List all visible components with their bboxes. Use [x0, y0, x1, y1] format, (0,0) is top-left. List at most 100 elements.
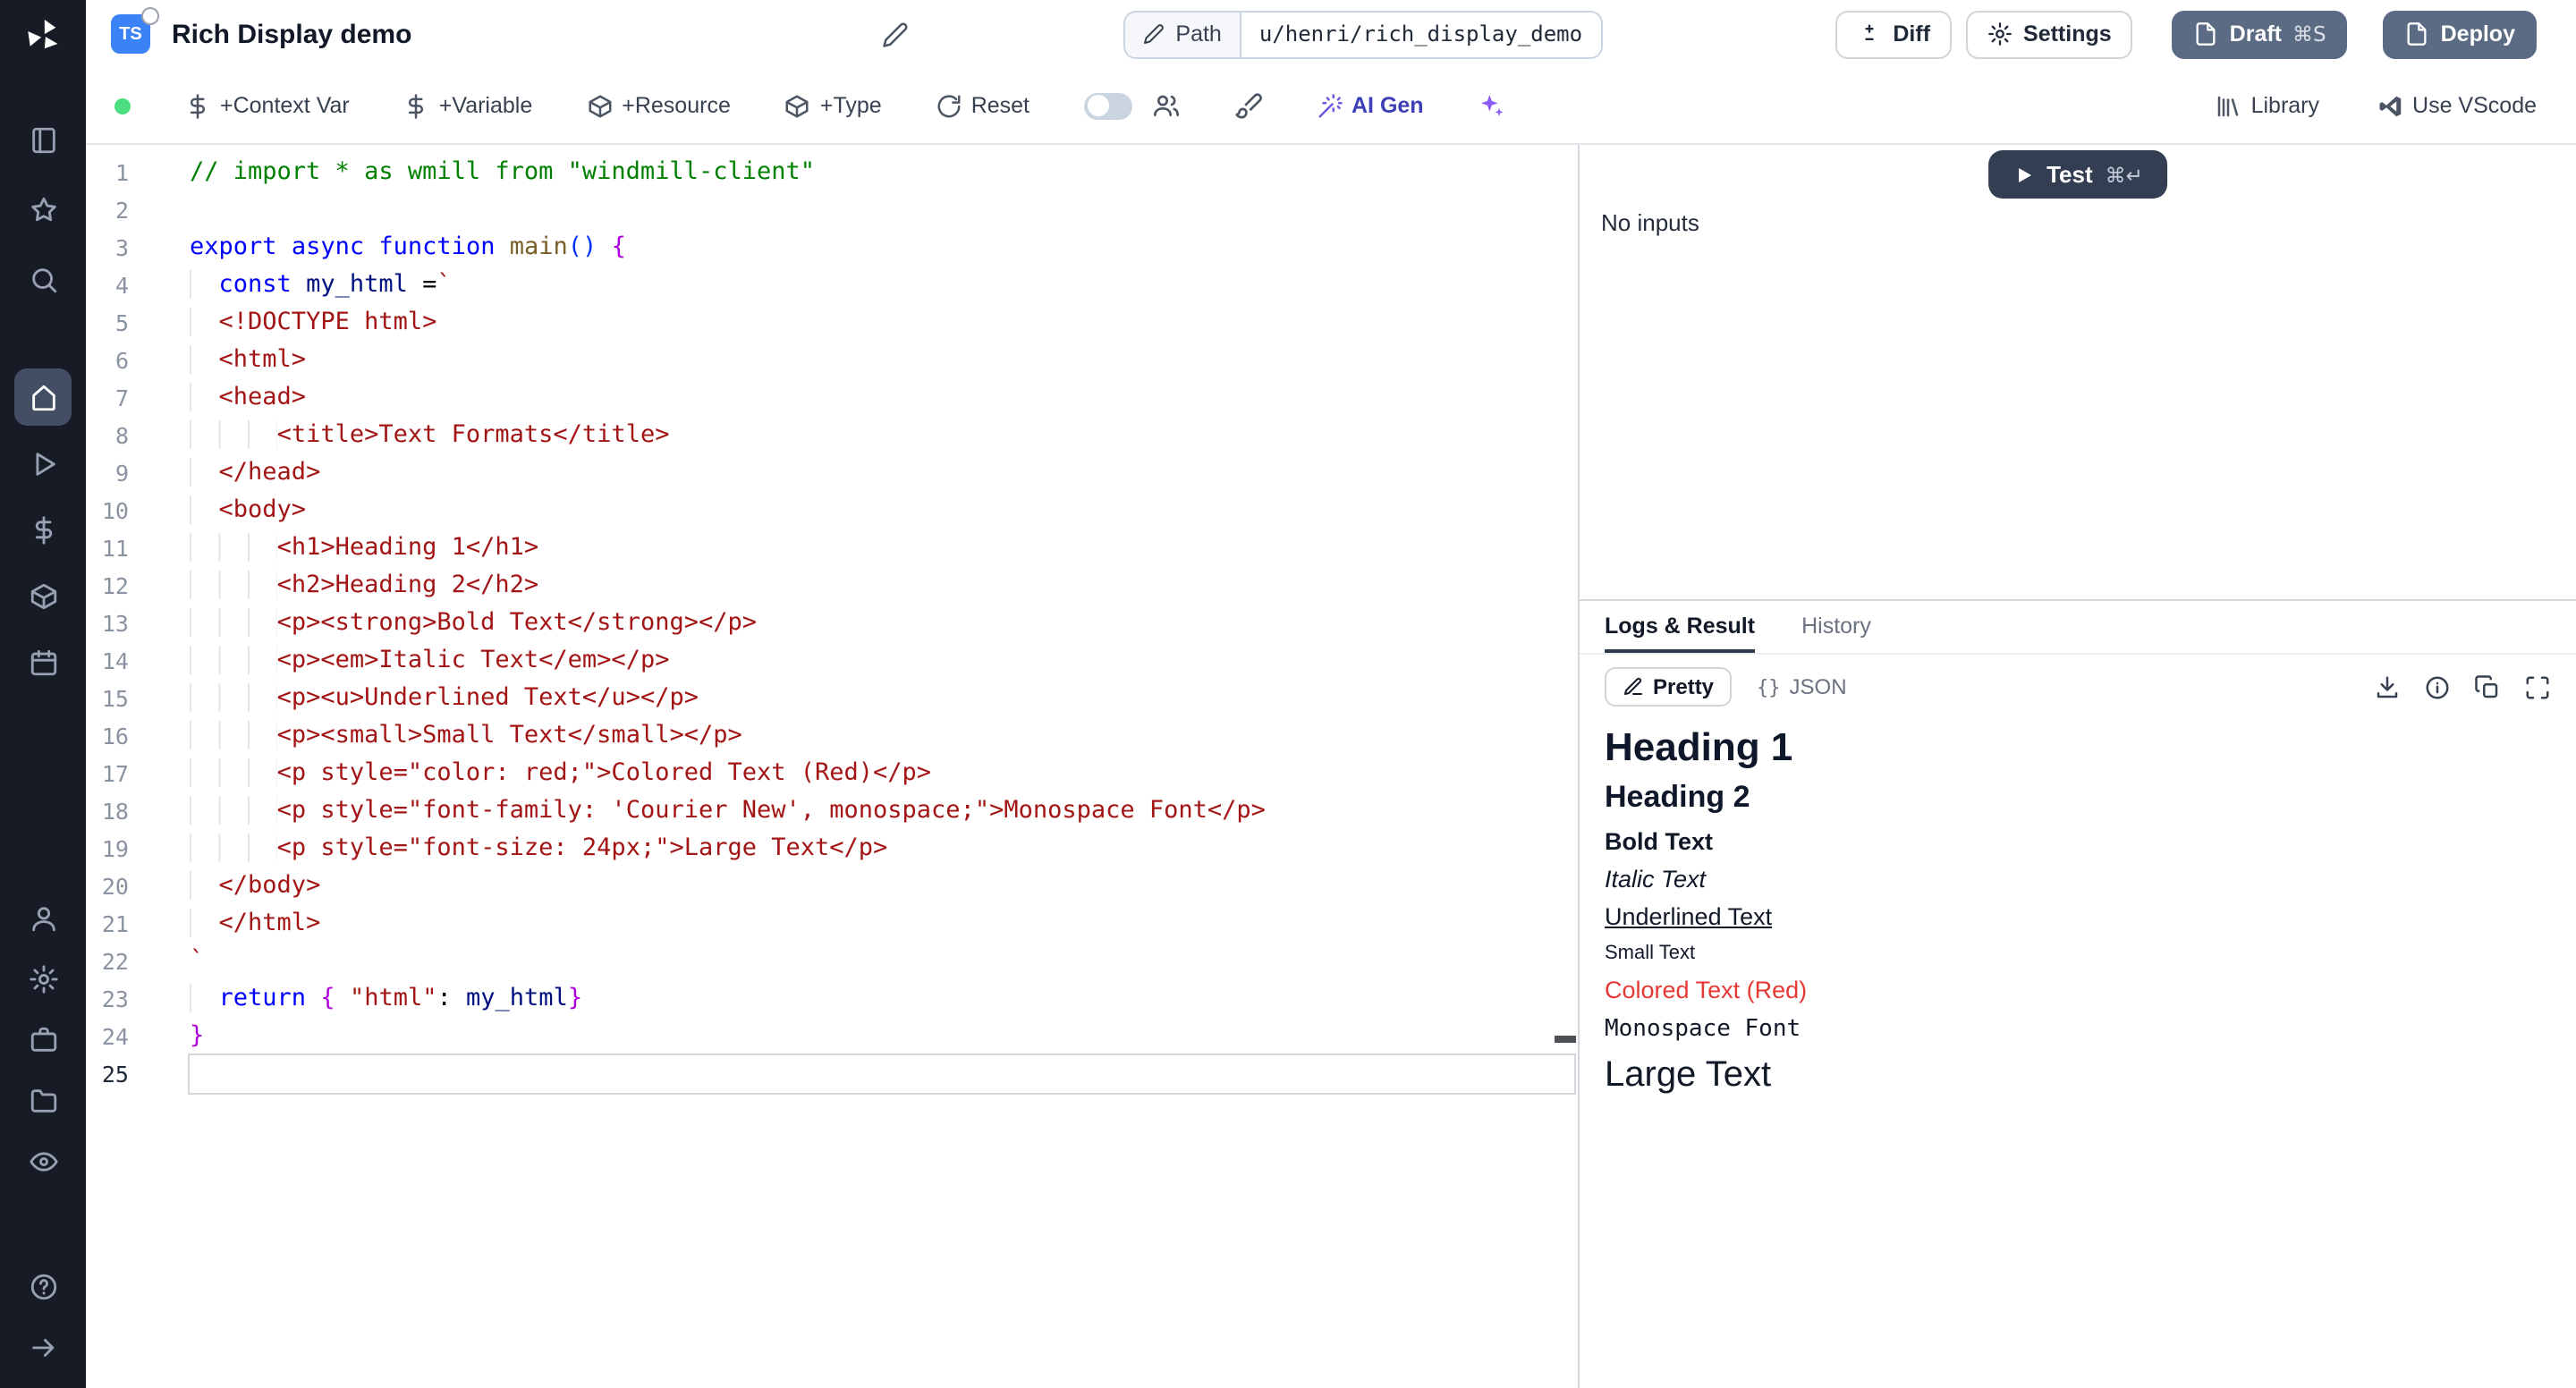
assistant-toggle-group: [1083, 91, 1180, 120]
line-number: 23: [86, 980, 129, 1018]
line-number: 13: [86, 605, 129, 642]
result-text-h2: Heading 2: [1605, 780, 2551, 816]
no-inputs-label: No inputs: [1601, 209, 1699, 236]
code-line[interactable]: `: [190, 943, 1574, 980]
favorites-icon[interactable]: [14, 181, 72, 238]
path-label: Path: [1175, 21, 1221, 47]
home-icon[interactable]: [14, 368, 72, 426]
collapse-sidebar-icon[interactable]: [14, 1318, 72, 1375]
json-view-button[interactable]: {} JSON: [1739, 667, 1865, 707]
code-editor[interactable]: 1234567891011121314151617181920212223242…: [86, 145, 1578, 1388]
assistant-toggle[interactable]: [1083, 92, 1131, 119]
add-variable-button[interactable]: +Variable: [403, 92, 532, 119]
code-line[interactable]: export async function main() {: [190, 229, 1574, 267]
code-line[interactable]: <p><u>Underlined Text</u></p>: [190, 680, 1574, 717]
code-line[interactable]: // import * as wmill from "windmill-clie…: [190, 154, 1574, 191]
overview-ruler-mark: [1555, 1036, 1576, 1043]
library-button[interactable]: Library: [2216, 92, 2319, 119]
add-resource-button[interactable]: +Resource: [586, 92, 731, 119]
tab-logs-result[interactable]: Logs & Result: [1605, 601, 1755, 653]
line-number: 6: [86, 342, 129, 379]
path-control[interactable]: Path u/henri/rich_display_demo: [1123, 10, 1602, 58]
folders-icon[interactable]: [14, 1073, 72, 1130]
code-line[interactable]: <h2>Heading 2</h2>: [190, 567, 1574, 605]
code-lines[interactable]: // import * as wmill from "windmill-clie…: [190, 154, 1574, 1388]
info-icon[interactable]: [2424, 673, 2451, 700]
pretty-view-button[interactable]: Pretty: [1605, 667, 1732, 707]
code-line[interactable]: <p style="color: red;">Colored Text (Red…: [190, 755, 1574, 792]
toolbar-right: Library Use VScode: [2216, 92, 2547, 119]
draft-button[interactable]: Draft ⌘S: [2173, 10, 2348, 58]
code-line[interactable]: </html>: [190, 905, 1574, 943]
code-line[interactable]: <head>: [190, 379, 1574, 417]
users-icon[interactable]: [1151, 91, 1180, 120]
schedules-icon[interactable]: [14, 633, 72, 690]
expand-icon[interactable]: [2524, 673, 2551, 700]
line-number: 21: [86, 905, 129, 943]
search-icon[interactable]: [14, 250, 72, 308]
code-line[interactable]: return { "html": my_html}: [190, 980, 1574, 1018]
line-number: 8: [86, 417, 129, 454]
help-icon[interactable]: [14, 1257, 72, 1315]
use-vscode-button[interactable]: Use VScode: [2377, 92, 2537, 119]
code-line[interactable]: const my_html =`: [190, 267, 1574, 304]
language-badge: TS: [111, 14, 150, 54]
code-line[interactable]: <body>: [190, 492, 1574, 529]
code-line[interactable]: </head>: [190, 454, 1574, 492]
settings-button[interactable]: Settings: [1966, 10, 2133, 58]
code-line[interactable]: </body>: [190, 868, 1574, 905]
variables-icon[interactable]: [14, 501, 72, 558]
line-number: 14: [86, 642, 129, 680]
path-pencil-icon: [1143, 23, 1165, 45]
code-line[interactable]: [190, 191, 1574, 229]
code-line[interactable]: <p><small>Small Text</small></p>: [190, 717, 1574, 755]
code-line[interactable]: [190, 1055, 1574, 1093]
code-line[interactable]: <p><em>Italic Text</em></p>: [190, 642, 1574, 680]
add-context-var-button[interactable]: +Context Var: [184, 92, 350, 119]
workers-icon[interactable]: [14, 1012, 72, 1070]
user-icon[interactable]: [14, 891, 72, 948]
line-number: 4: [86, 267, 129, 304]
line-number: 16: [86, 717, 129, 755]
add-type-button[interactable]: +Type: [784, 92, 882, 119]
sidebar-group-top: [14, 111, 72, 308]
braces-icon: {}: [1757, 675, 1781, 698]
diff-button[interactable]: Diff: [1835, 10, 1952, 58]
file-icon: [2194, 21, 2219, 47]
code-line[interactable]: <h1>Heading 1</h1>: [190, 529, 1574, 567]
code-line[interactable]: <p><strong>Bold Text</strong></p>: [190, 605, 1574, 642]
result-text-red: Colored Text (Red): [1605, 977, 2551, 1003]
code-line[interactable]: <p style="font-size: 24px;">Large Text</…: [190, 830, 1574, 868]
sparkles-icon[interactable]: [1478, 91, 1506, 120]
logs-result-panel: Logs & Result History Pretty {} JSON: [1580, 599, 2576, 1388]
line-number: 2: [86, 191, 129, 229]
status-dot: [114, 97, 131, 114]
runs-icon[interactable]: [14, 435, 72, 492]
edit-summary-icon[interactable]: [882, 21, 909, 47]
code-line[interactable]: <title>Text Formats</title>: [190, 417, 1574, 454]
reset-button[interactable]: Reset: [936, 92, 1030, 119]
download-icon[interactable]: [2374, 673, 2401, 700]
sidebar-group-admin: [14, 891, 72, 1191]
apps-icon[interactable]: [14, 111, 72, 168]
code-line[interactable]: <html>: [190, 342, 1574, 379]
ai-gen-button[interactable]: AI Gen: [1316, 92, 1424, 119]
copy-icon[interactable]: [2474, 673, 2501, 700]
result-text-h1: Heading 1: [1605, 724, 2551, 771]
script-title: Rich Display demo: [172, 19, 411, 49]
settings-gear-icon[interactable]: [14, 952, 72, 1009]
wand-icon: [1316, 92, 1343, 119]
test-button[interactable]: Test ⌘↵: [1987, 150, 2168, 199]
windmill-logo-icon[interactable]: [0, 0, 86, 72]
vscode-icon: [2377, 92, 2403, 119]
tab-history[interactable]: History: [1801, 601, 1871, 653]
line-number: 9: [86, 454, 129, 492]
path-value: u/henri/rich_display_demo: [1241, 12, 1600, 56]
audit-eye-icon[interactable]: [14, 1134, 72, 1191]
deploy-button[interactable]: Deploy: [2384, 10, 2537, 58]
code-line[interactable]: }: [190, 1018, 1574, 1055]
format-brush-icon[interactable]: [1233, 91, 1262, 120]
resources-icon[interactable]: [14, 567, 72, 624]
code-line[interactable]: <p style="font-family: 'Courier New', mo…: [190, 792, 1574, 830]
code-line[interactable]: <!DOCTYPE html>: [190, 304, 1574, 342]
